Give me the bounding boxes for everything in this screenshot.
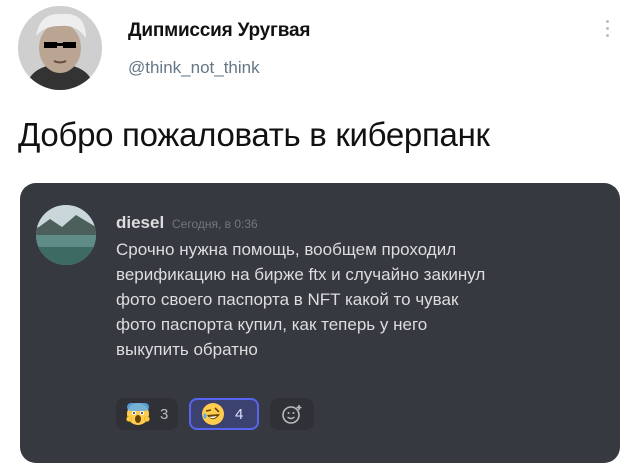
user-avatar xyxy=(36,205,96,265)
tweet-text: Добро пожаловать в киберпанк xyxy=(18,116,490,153)
more-options-icon[interactable] xyxy=(601,20,613,48)
message-line: выкупить обратно xyxy=(116,340,258,359)
reaction-count: 3 xyxy=(160,405,169,423)
add-reaction-button[interactable] xyxy=(270,398,314,430)
embedded-message-screenshot: diesel Сегодня, в 0:36 Срочно нужна помо… xyxy=(20,183,620,463)
message-username[interactable]: diesel xyxy=(116,213,164,233)
message-line: верификацию на бирже ftx и случайно заки… xyxy=(116,265,486,284)
reaction-count: 4 xyxy=(235,405,244,423)
reaction-scream[interactable]: 3 xyxy=(116,398,178,430)
message-timestamp: Сегодня, в 0:36 xyxy=(172,217,258,231)
reaction-rofl[interactable]: 4 xyxy=(189,398,259,430)
message-line: фото своего паспорта в NFT какой то чува… xyxy=(116,290,459,309)
scream-emoji-icon xyxy=(126,403,150,425)
rofl-emoji-icon xyxy=(202,403,224,425)
message-text: Срочно нужна помощь, вообщем проходил ве… xyxy=(116,237,586,362)
author-avatar[interactable] xyxy=(18,6,102,90)
author-name[interactable]: Дипмиссия Уругвая xyxy=(128,20,310,42)
author-handle[interactable]: @think_not_think xyxy=(128,58,260,78)
message-line: фото паспорта купил, как теперь у него xyxy=(116,315,428,334)
add-reaction-icon xyxy=(282,405,302,424)
message-line: Срочно нужна помощь, вообщем проходил xyxy=(116,240,457,259)
